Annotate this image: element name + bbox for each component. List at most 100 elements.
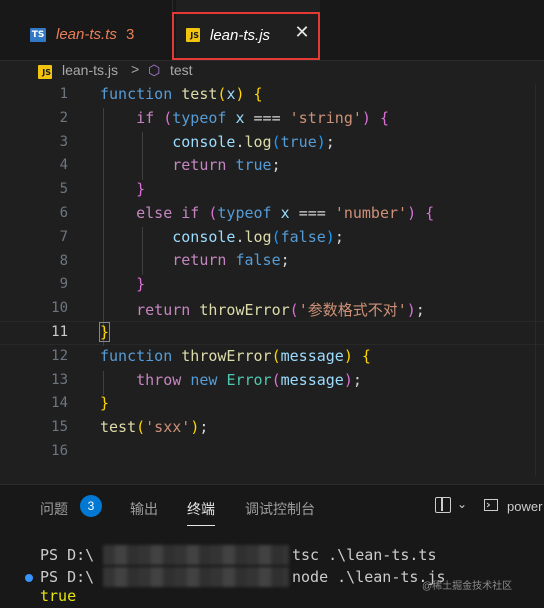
chevron-right-icon: > <box>131 61 140 77</box>
bottom-panel: 问题 3 输出 终端 调试控制台 ⌄ power PS D:\ tsc .\le… <box>0 484 544 608</box>
code-line-9: } <box>100 275 145 293</box>
typescript-file-icon: TS <box>30 28 46 42</box>
code-line-13: throw new Error(message); <box>100 371 362 389</box>
line-number: 10 <box>51 300 68 317</box>
token: ( <box>136 418 146 436</box>
problems-count: 3 <box>126 26 135 43</box>
code-editor[interactable]: 1 2 3 4 5 6 7 8 9 10 11 12 13 14 15 16 function test(x)… <box>0 84 544 476</box>
token: throw <box>136 371 182 389</box>
token: log <box>244 133 272 151</box>
line-number: 2 <box>59 109 68 126</box>
token: { <box>253 85 263 103</box>
line-number: 14 <box>51 395 68 412</box>
highlight-box <box>172 12 320 60</box>
tab-lean-ts-ts[interactable]: TS lean-ts.ts 3 <box>0 0 173 60</box>
token: ( <box>271 133 281 151</box>
line-number: 13 <box>51 371 68 388</box>
tab-bar: TS lean-ts.ts 3 JS lean-ts.js ✕ <box>0 0 544 61</box>
tab-problems[interactable]: 问题 <box>40 499 68 519</box>
token: ( <box>289 301 299 319</box>
token: message <box>280 347 344 365</box>
token: return <box>136 301 191 319</box>
breadcrumb: JS lean-ts.js > ⬡ test <box>0 61 544 83</box>
token: typeof <box>217 204 272 222</box>
breadcrumb-file[interactable]: lean-ts.js <box>62 62 118 78</box>
token: ; <box>199 418 209 436</box>
symbol-method-icon: ⬡ <box>148 62 161 78</box>
code-line-7: console.log(false); <box>100 228 344 246</box>
token: ; <box>415 301 425 319</box>
token: new <box>190 371 218 389</box>
line-number: 4 <box>59 157 68 174</box>
code-line-15: test('sxx'); <box>100 418 208 436</box>
terminal-icon[interactable] <box>484 498 498 512</box>
token: function <box>100 347 173 365</box>
token: ) <box>361 109 371 127</box>
token: ( <box>271 228 281 246</box>
token: . <box>235 228 245 246</box>
code-line-12: function throwError(message) { <box>100 347 371 365</box>
line-number: 1 <box>59 86 68 102</box>
code-line-14: } <box>100 394 109 412</box>
token: ) <box>235 85 245 103</box>
token: ) <box>343 347 353 365</box>
line-number: 5 <box>59 181 68 198</box>
line-number: 6 <box>59 205 68 221</box>
token: x <box>280 204 290 222</box>
javascript-file-icon: JS <box>38 65 52 79</box>
token: { <box>379 109 389 127</box>
token: ( <box>163 109 173 127</box>
token: throwError <box>199 301 290 319</box>
tab-terminal[interactable]: 终端 <box>187 499 215 519</box>
token: true <box>235 156 272 174</box>
token: } <box>136 180 146 198</box>
tab-label: lean-ts.ts <box>56 26 117 43</box>
line-number: 8 <box>59 252 68 269</box>
token: 'string' <box>289 109 362 127</box>
token: return <box>172 251 227 269</box>
terminal-command: tsc .\lean-ts.ts <box>292 546 437 564</box>
token: ) <box>343 371 353 389</box>
split-terminal-icon[interactable] <box>435 497 451 513</box>
tab-output[interactable]: 输出 <box>130 499 158 519</box>
token: ; <box>271 156 281 174</box>
token: ) <box>407 204 417 222</box>
token: false <box>235 251 281 269</box>
terminal-output: true <box>40 587 77 605</box>
token: 'number' <box>334 204 408 222</box>
line-number: 16 <box>51 443 68 459</box>
problems-badge: 3 <box>80 495 102 517</box>
line-number: 9 <box>59 276 68 293</box>
code-line-5: } <box>100 180 145 198</box>
code-line-1: function test(x) { <box>100 85 263 103</box>
token: ; <box>325 133 335 151</box>
token: ( <box>271 371 281 389</box>
token: test <box>181 85 218 103</box>
token: console <box>172 228 236 246</box>
token: ( <box>271 347 281 365</box>
token: } <box>100 394 110 412</box>
token: ) <box>316 133 326 151</box>
code-line-6: else if (typeof x === 'number') { <box>100 204 434 222</box>
terminal-prompt: PS D:\ <box>40 546 95 564</box>
token: } <box>98 322 111 342</box>
token: false <box>280 228 326 246</box>
breadcrumb-symbol[interactable]: test <box>170 62 193 78</box>
code-line-11: } <box>98 322 111 342</box>
terminal-name[interactable]: power <box>507 499 542 514</box>
line-number: 12 <box>51 347 68 364</box>
token: ; <box>334 228 344 246</box>
token: ; <box>280 251 290 269</box>
chevron-down-icon[interactable]: ⌄ <box>457 497 467 511</box>
token: { <box>361 347 371 365</box>
active-tab-indicator <box>187 525 215 526</box>
line-number: 15 <box>51 419 68 436</box>
token: test <box>100 418 137 436</box>
tab-debug-console[interactable]: 调试控制台 <box>245 499 315 519</box>
terminal-line: PS D:\ <box>40 568 94 586</box>
token: ) <box>325 228 335 246</box>
line-number: 7 <box>59 228 68 245</box>
editor-scrollbar[interactable] <box>535 84 544 476</box>
token: === <box>253 109 281 127</box>
token: === <box>298 204 326 222</box>
